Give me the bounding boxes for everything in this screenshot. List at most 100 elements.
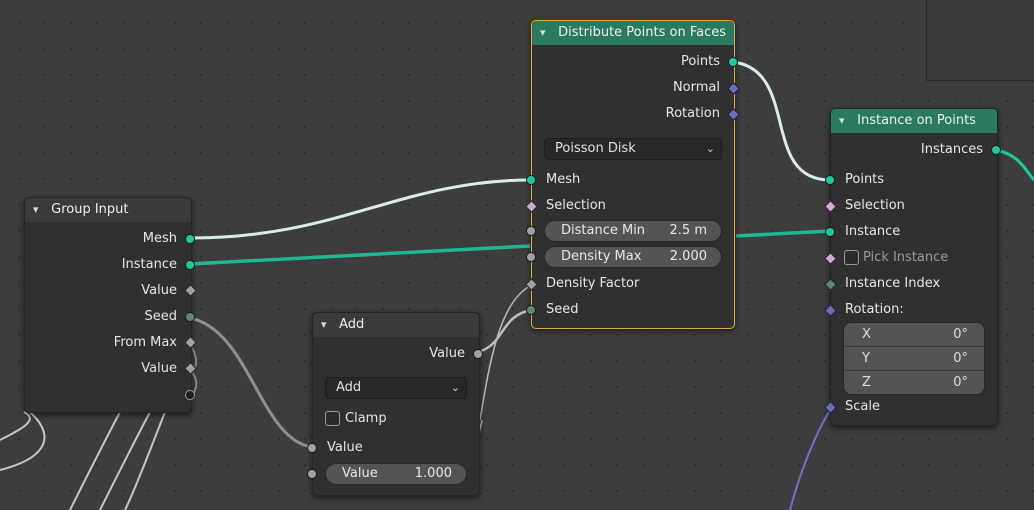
socket-pick-instance[interactable]	[824, 252, 837, 265]
node-title: Group Input	[51, 202, 129, 217]
socket-rotation-in[interactable]	[824, 304, 837, 317]
input-rotation: Rotation:	[845, 302, 904, 317]
axis-label: Y	[862, 351, 870, 366]
link-add-seed	[477, 308, 533, 354]
output-instances: Instances	[920, 142, 983, 157]
operation-dropdown[interactable]: Add ⌄	[325, 377, 467, 399]
input-value-label: Value	[327, 440, 363, 455]
input-scale: Scale	[845, 399, 880, 414]
node-title: Instance on Points	[857, 113, 976, 128]
socket-selection-in[interactable]	[525, 200, 538, 213]
chevron-down-icon[interactable]: ▾	[33, 198, 47, 222]
link-instance-2	[735, 229, 831, 238]
socket-distance-min[interactable]	[526, 226, 536, 236]
socket-value-in[interactable]	[307, 443, 317, 453]
socket-from-max[interactable]	[184, 336, 197, 349]
clamp-checkbox[interactable]	[325, 411, 340, 426]
socket-points[interactable]	[728, 57, 738, 67]
pick-instance-label: Pick Instance	[863, 250, 949, 265]
socket-density-max[interactable]	[526, 252, 536, 262]
input-selection: Selection	[845, 198, 905, 213]
link-instances-out	[995, 148, 1034, 182]
link-instance	[189, 244, 531, 266]
mode-dropdown[interactable]: Poisson Disk ⌄	[544, 138, 722, 160]
output-normal: Normal	[672, 80, 720, 95]
node-header[interactable]: ▾ Instance on Points	[831, 109, 997, 133]
socket-value-out[interactable]	[473, 349, 483, 359]
link-seed-add	[189, 316, 313, 449]
socket-value-in-2[interactable]	[307, 469, 317, 479]
socket-instances[interactable]	[991, 145, 1001, 155]
viewport-corner	[926, 0, 1034, 81]
rotation-z[interactable]: Z 0°	[844, 371, 984, 394]
axis-value: 0°	[953, 327, 968, 342]
axis-label: Z	[862, 375, 871, 390]
node-header[interactable]: ▾ Add	[313, 313, 479, 337]
node-header[interactable]: ▾ Group Input	[25, 198, 191, 222]
input-selection: Selection	[546, 198, 606, 213]
node-header[interactable]: ▾ Distribute Points on Faces	[532, 21, 734, 45]
chevron-down-icon[interactable]: ▾	[839, 109, 853, 133]
chevron-down-icon[interactable]: ▾	[321, 313, 335, 337]
operation-value: Add	[336, 380, 362, 395]
output-value: Value	[141, 283, 177, 298]
distance-min-field[interactable]: Distance Min 2.5 m	[544, 220, 722, 242]
output-instance: Instance	[121, 257, 177, 272]
density-max-value: 2.000	[669, 249, 707, 264]
socket-points-in[interactable]	[825, 175, 835, 185]
clamp-label: Clamp	[345, 411, 387, 426]
socket-normal[interactable]	[727, 82, 740, 95]
socket-density-factor[interactable]	[525, 278, 538, 291]
pick-instance-checkbox[interactable]	[844, 250, 859, 265]
distribute-points-node[interactable]: ▾ Distribute Points on Faces Points Norm…	[525, 20, 740, 329]
density-max-field[interactable]: Density Max 2.000	[544, 246, 722, 268]
value-field-value: 1.000	[414, 466, 452, 481]
socket-value-2[interactable]	[184, 362, 197, 375]
value-field-label: Value	[342, 466, 378, 481]
density-max-label: Density Max	[561, 249, 642, 264]
socket-selection-in[interactable]	[824, 200, 837, 213]
instance-on-points-node[interactable]: ▾ Instance on Points Instances Points Se…	[824, 108, 1001, 426]
output-seed: Seed	[144, 309, 178, 324]
rotation-y[interactable]: Y 0°	[844, 347, 984, 371]
chevron-down-icon[interactable]: ▾	[540, 21, 554, 45]
socket-seed-in[interactable]	[526, 305, 536, 315]
node-title: Add	[339, 317, 365, 332]
output-from-max: From Max	[113, 335, 177, 350]
input-instance-index: Instance Index	[845, 276, 941, 291]
distance-min-label: Distance Min	[561, 223, 646, 238]
output-points: Points	[680, 54, 720, 69]
distance-min-value: 2.5 m	[669, 223, 707, 238]
axis-value: 0°	[953, 351, 968, 366]
input-seed: Seed	[546, 302, 579, 317]
input-mesh: Mesh	[546, 172, 581, 187]
rotation-vector-field[interactable]: X 0° Y 0° Z 0°	[843, 322, 985, 395]
socket-empty[interactable]	[185, 390, 195, 400]
chevron-down-icon: ⌄	[705, 142, 715, 155]
socket-mesh[interactable]	[185, 234, 195, 244]
input-instance: Instance	[845, 224, 901, 239]
axis-value: 0°	[953, 375, 968, 390]
output-value: Value	[429, 346, 465, 361]
output-value-2: Value	[141, 361, 177, 376]
socket-value[interactable]	[184, 284, 197, 297]
mode-value: Poisson Disk	[555, 141, 636, 156]
group-input-node[interactable]: ▾ Group Input Mesh Instance Value Seed F…	[24, 197, 197, 413]
socket-seed[interactable]	[185, 312, 195, 322]
rotation-x[interactable]: X 0°	[844, 323, 984, 347]
chevron-down-icon: ⌄	[450, 381, 460, 394]
value-field[interactable]: Value 1.000	[325, 463, 467, 485]
socket-instance-index[interactable]	[824, 278, 837, 291]
socket-instance[interactable]	[185, 260, 195, 270]
axis-label: X	[862, 327, 871, 342]
add-node[interactable]: ▾ Add Value Add ⌄ Clamp Value Value 1.00…	[307, 312, 483, 496]
link-mesh	[189, 178, 533, 240]
socket-scale[interactable]	[824, 401, 837, 414]
node-title: Distribute Points on Faces	[558, 25, 726, 40]
socket-instance-in[interactable]	[825, 227, 835, 237]
socket-rotation[interactable]	[727, 108, 740, 121]
output-mesh: Mesh	[142, 231, 177, 246]
output-rotation: Rotation	[665, 106, 720, 121]
socket-mesh-in[interactable]	[526, 175, 536, 185]
input-density-factor: Density Factor	[546, 276, 640, 291]
